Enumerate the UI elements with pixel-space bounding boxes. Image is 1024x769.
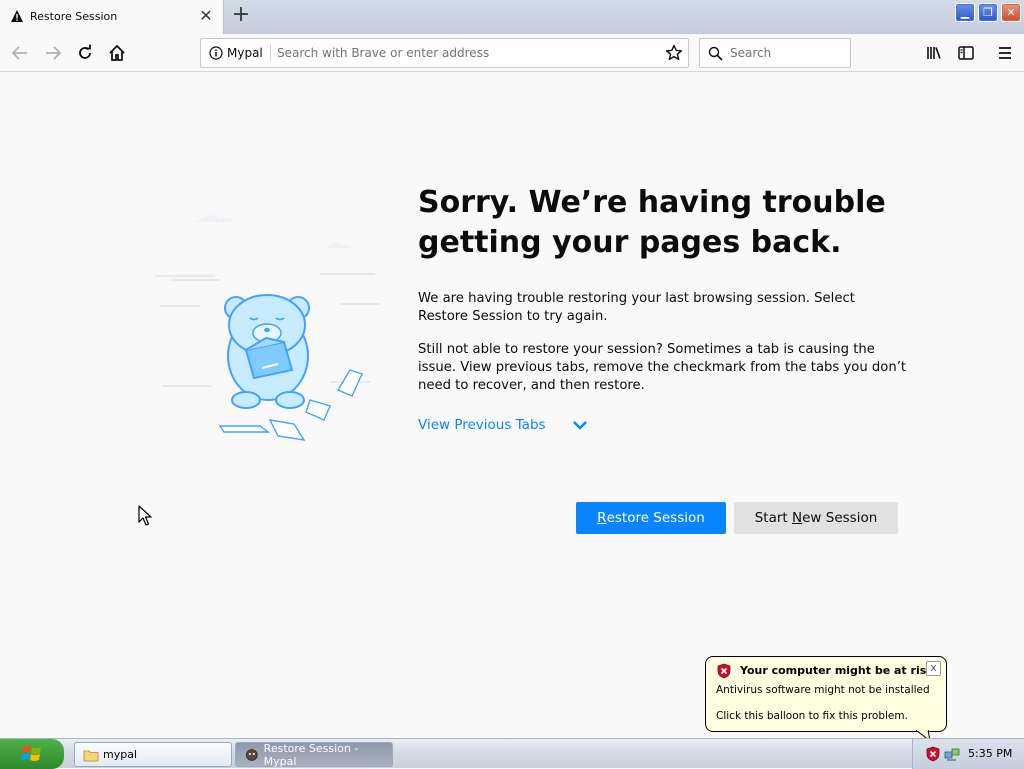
balloon-message: Antivirus software might not be installe… [716,684,930,696]
menu-button[interactable] [993,41,1017,65]
home-icon [109,44,125,61]
maximize-button[interactable]: ❐ [978,3,998,22]
bookmark-star-icon[interactable] [665,44,683,62]
sidebar-icon [958,46,974,60]
new-session-label-prefix: Start [754,510,792,526]
site-identity-button[interactable]: Mypal [209,46,263,60]
view-previous-tabs-label: View Previous Tabs [418,417,546,433]
forward-arrow-icon [46,46,62,60]
taskbar-item-mypal-window[interactable]: Restore Session - Mypal [235,741,393,768]
tab-title: Restore Session [30,10,118,23]
back-button[interactable] [8,41,32,65]
search-icon [708,46,723,61]
new-session-label-suffix: ew Session [802,510,878,526]
library-icon [927,47,941,59]
taskbar-item-label: mypal [103,748,138,761]
folder-icon [83,750,99,761]
minimize-button[interactable]: ▁ [955,3,975,22]
taskbar-item-mypal-folder[interactable]: mypal [74,742,232,767]
forward-button[interactable] [41,41,65,65]
network-icon[interactable] [944,746,960,762]
mouse-cursor-icon [138,505,152,526]
taskbar-item-label: Restore Session - Mypal [263,741,359,768]
address-input[interactable] [277,43,657,63]
page-title: Sorry. We’re having trouble getting your… [418,185,886,260]
new-session-accesskey: N [792,510,803,526]
sidebar-button[interactable] [954,41,978,65]
restore-label-suffix: estore Session [606,510,705,526]
restore-accesskey: R [597,510,607,526]
security-shield-icon [717,663,731,679]
close-window-button[interactable]: ✕ [1001,3,1021,22]
back-arrow-icon [11,46,27,60]
balloon-close-button[interactable]: x [926,661,941,676]
url-separator [270,44,271,62]
balloon-title: Your computer might be at risk [740,664,934,677]
start-button[interactable] [0,739,64,769]
reload-icon [79,44,91,59]
sad-bear-illustration [155,215,380,441]
menu-icon [999,47,1011,59]
balloon-instruction: Click this balloon to fix this problem. [716,710,908,722]
start-new-session-button[interactable]: Start New Session [734,502,898,534]
warning-icon [11,10,23,22]
search-input[interactable] [730,43,845,63]
new-tab-button[interactable]: + [230,4,252,27]
library-button[interactable] [922,41,946,65]
identity-label: Mypal [227,46,263,60]
search-bar[interactable] [699,38,851,68]
tab-restore-session[interactable]: Restore Session ✕ [0,0,224,34]
clock: 5:35 PM [968,747,1013,760]
system-tray: 5:35 PM [912,739,1024,769]
tab-close-button[interactable]: ✕ [198,8,214,24]
restore-explanation: We are having trouble restoring your las… [418,291,855,324]
reload-button[interactable] [73,41,97,65]
tab-strip: Restore Session ✕ + ▁ ❐ ✕ [0,0,1024,34]
navigation-toolbar: Mypal [0,34,1024,72]
url-bar[interactable]: Mypal [200,38,689,68]
view-previous-tabs-link[interactable]: View Previous Tabs [418,417,588,433]
taskbar: mypal Restore Session - Mypal 5:35 PM [0,738,1024,769]
security-alert-balloon[interactable]: Your computer might be at risk x Antivir… [705,656,947,732]
restore-help-text: Still not able to restore your session? … [418,342,907,393]
windows-logo-icon [21,746,41,761]
home-button[interactable] [105,41,129,65]
restore-session-button[interactable]: Restore Session [576,502,726,534]
mypal-app-icon [246,748,258,761]
info-icon [209,46,223,60]
chevron-down-icon [572,421,587,430]
security-center-icon[interactable] [926,746,940,762]
